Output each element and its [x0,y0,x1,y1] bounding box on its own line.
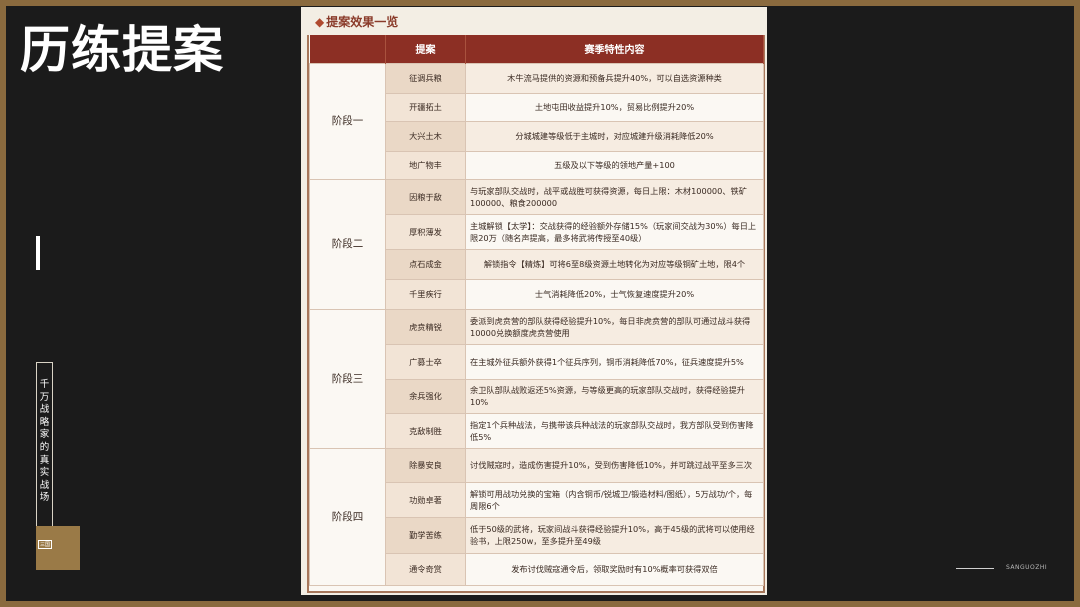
proposal-description: 指定1个兵种战法，与携带该兵种战法的玩家部队交战时，我方部队受到伤害降低5% [465,412,764,449]
proposal-name: 厚积薄发 [385,213,466,250]
table-body: 阶段一 征调兵粮 木牛流马提供的资源和预备兵提升40%，可以自选资源种类 开疆拓土 土地… [309,62,764,586]
proposal-name: 因粮于敌 [385,178,466,215]
proposal-effects-document: ◆ 提案效果一览 提案 赛季特性内容 阶段一 征调兵粮 木牛流马提供的资源和预备兵提升… [301,7,767,595]
proposal-description: 与玩家部队交战时，战平或战胜可获得资源，每日上限：木材100000、铁矿1000… [465,178,764,215]
proposal-description: 五级及以下等级的领地产量+100 [465,150,764,180]
proposal-description: 发布讨伐贼寇通令后，领取奖励时有10%概率可获得双倍 [465,552,764,586]
proposal-description: 低于50级的武将，玩家间战斗获得经验提升10%，高于45级的武将可以使用经验书，… [465,516,764,554]
effects-table-frame: 提案 赛季特性内容 阶段一 征调兵粮 木牛流马提供的资源和预备兵提升40%，可以自选… [307,35,765,593]
proposal-name: 功勋卓著 [385,481,466,518]
text-cursor-bar [36,236,40,270]
proposal-name: 勤学苦练 [385,516,466,554]
proposal-name: 地广物丰 [385,150,466,180]
diamond-bullet-icon: ◆ [315,15,325,29]
footer-divider [956,568,994,569]
proposal-name: 通令奇赏 [385,552,466,586]
brand-square: 三国 [36,526,80,570]
header-content: 赛季特性内容 [465,35,764,63]
table-row: 阶段一 征调兵粮 木牛流马提供的资源和预备兵提升40%，可以自选资源种类 [309,62,764,180]
effects-table: 提案 赛季特性内容 阶段一 征调兵粮 木牛流马提供的资源和预备兵提升40%，可以自选… [309,35,764,586]
proposal-name: 克敌制胜 [385,412,466,449]
proposal-description: 解锁指令【精炼】可将6至8级资源土地转化为对应等级铜矿土地，限4个 [465,248,764,280]
stage-label: 阶段四 [309,447,386,586]
header-proposal: 提案 [385,35,466,63]
proposal-name: 余兵强化 [385,378,466,414]
table-row: 阶段二 因粮于敌 与玩家部队交战时，战平或战胜可获得资源，每日上限：木材100000… [309,178,764,310]
proposal-name: 虎贲精锐 [385,308,466,345]
proposal-name: 除暴安良 [385,447,466,483]
proposal-description: 分城城建等级低于主城时，对应城建升级消耗降低20% [465,120,764,152]
doc-title: ◆ 提案效果一览 [315,13,398,30]
table-header-row: 提案 赛季特性内容 [309,35,764,63]
proposal-description: 委派到虎贲营的部队获得经验提升10%，每日非虎贲营的部队可通过战斗获得10000… [465,308,764,345]
proposal-name: 征调兵粮 [385,62,466,94]
stage-label: 阶段二 [309,178,386,310]
proposal-description: 余卫队部队战败返还5%资源，与等级更高的玩家部队交战时，获得经验提升10% [465,378,764,414]
header-blank [309,35,386,63]
proposal-description: 讨伐贼寇时，造成伤害提升10%，受到伤害降低10%，并可跳过战平至多三次 [465,447,764,483]
proposal-description: 主城解锁【太学】：交战获得的经验额外存储15%（玩家间交战为30%）每日上限20… [465,213,764,250]
proposal-name: 点石成金 [385,248,466,280]
proposal-description: 在主城外征兵额外获得1个征兵序列，铜币消耗降低70%，征兵速度提升5% [465,343,764,380]
table-row: 阶段四 除暴安良 讨伐贼寇时，造成伤害提升10%，受到伤害降低10%，并可跳过战平至… [309,447,764,586]
brand-square-label: 三国 [38,540,52,549]
proposal-name: 千里疾行 [385,278,466,310]
stage-label: 阶段三 [309,308,386,449]
stage-label: 阶段一 [309,62,386,180]
proposal-description: 士气消耗降低20%，士气恢复速度提升20% [465,278,764,310]
doc-title-text: 提案效果一览 [326,15,399,29]
proposal-name: 开疆拓土 [385,92,466,122]
proposal-description: 木牛流马提供的资源和预备兵提升40%，可以自选资源种类 [465,62,764,94]
slide-title: 历练提案 [20,21,224,79]
proposal-description: 土地屯田收益提升10%，贸易比例提升20% [465,92,764,122]
proposal-name: 广募士卒 [385,343,466,380]
footer-brand: SANGUOZHI [1006,564,1048,571]
table-row: 阶段三 虎贲精锐 委派到虎贲营的部队获得经验提升10%，每日非虎贲营的部队可通过战斗… [309,308,764,449]
proposal-name: 大兴土木 [385,120,466,152]
proposal-description: 解锁可用战功兑换的宝箱（内含铜币/锐城卫/锻造材料/图纸），5万战功/个，每周限… [465,481,764,518]
